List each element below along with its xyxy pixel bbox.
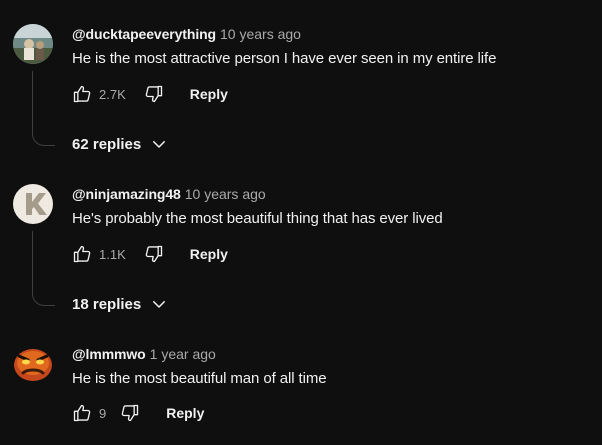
avatar[interactable] [13,343,53,383]
comment-text: He is the most beautiful man of all time [72,370,327,387]
avatar[interactable] [13,184,53,224]
chevron-down-icon [150,295,168,313]
like-count: 2.7K [99,86,126,102]
thumb-up-icon[interactable] [72,244,92,264]
comment-header: @ninjamazing48 10 years ago [72,185,266,203]
comment-header: @lmmmwo 1 year ago [72,345,216,363]
avatar-letter-image [13,184,53,224]
thread-connector [32,71,55,146]
comment-text: He's probably the most beautiful thing t… [72,210,443,227]
replies-count-label: 62 replies [72,135,142,153]
thread-connector [32,231,55,306]
comment-actions: 9 Reply [72,401,204,425]
comment-author[interactable]: @ninjamazing48 [72,186,181,202]
angry-face-avatar [13,343,53,383]
reply-button[interactable]: Reply [166,405,204,421]
comment-timestamp[interactable]: 10 years ago [220,26,301,42]
avatar[interactable] [13,24,53,64]
comment-author[interactable]: @ducktapeeverything [72,26,216,42]
view-replies-button[interactable]: 18 replies [72,295,168,313]
comment-actions: 1.1K Reply [72,242,228,266]
view-replies-button[interactable]: 62 replies [72,135,168,153]
like-count: 9 [99,405,107,421]
thumb-down-icon[interactable] [120,403,140,423]
thumb-down-icon[interactable] [144,84,164,104]
comment-actions: 2.7K Reply [72,82,228,106]
reply-button[interactable]: Reply [190,86,228,102]
comment-timestamp[interactable]: 10 years ago [185,186,266,202]
like-count: 1.1K [99,246,126,262]
replies-count-label: 18 replies [72,295,142,313]
comment-timestamp[interactable]: 1 year ago [150,346,216,362]
comment-text: He is the most attractive person I have … [72,50,497,67]
comment-author[interactable]: @lmmmwo [72,346,146,362]
comment-header: @ducktapeeverything 10 years ago [72,25,301,43]
thumb-down-icon[interactable] [144,244,164,264]
avatar-photo [13,24,53,64]
chevron-down-icon [150,135,168,153]
thumb-up-icon[interactable] [72,84,92,104]
thumb-up-icon[interactable] [72,403,92,423]
reply-button[interactable]: Reply [190,246,228,262]
